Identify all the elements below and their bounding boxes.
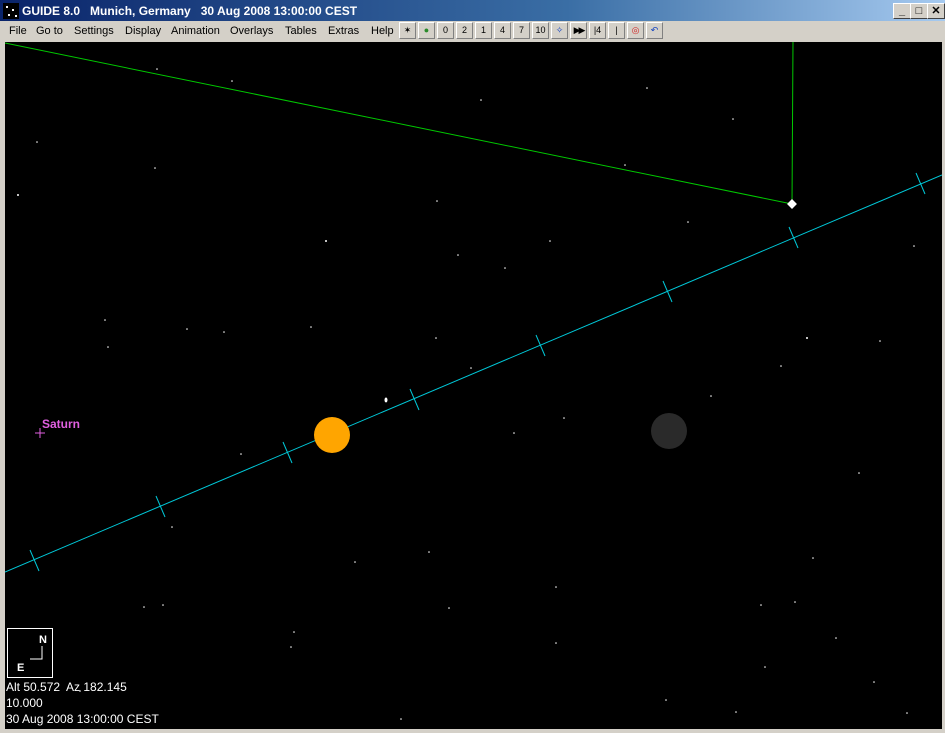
fast-forward-icon[interactable]: ▶▶	[570, 22, 587, 39]
saturn-label[interactable]: Saturn	[42, 417, 80, 431]
compass-east-label: E	[17, 662, 24, 674]
field-size-readout: 10.000	[6, 696, 43, 710]
compass-indicator: N E	[7, 628, 53, 678]
sky-chart[interactable]: Saturn N E Alt 50.572 Az 182.145 10.000 …	[5, 42, 942, 729]
zoom-level-7-icon[interactable]: 7	[513, 22, 530, 39]
background-stars	[17, 68, 915, 720]
datetime-readout: 30 Aug 2008 13:00:00 CEST	[6, 712, 159, 726]
close-button[interactable]: ✕	[927, 3, 945, 19]
sky-chart-canvas[interactable]: Saturn	[5, 42, 942, 729]
zoom-level-0-icon[interactable]: 0	[437, 22, 454, 39]
alt-az-readout: Alt 50.572 Az 182.145	[6, 680, 127, 694]
menu-overlays[interactable]: Overlays	[230, 25, 273, 37]
zoom-level-10-icon[interactable]: 10	[532, 22, 549, 39]
menu-display[interactable]: Display	[125, 25, 161, 37]
star-chart-icon[interactable]: ✶	[399, 22, 416, 39]
zoom-level-4-icon[interactable]: 4	[494, 22, 511, 39]
zoom-level-1-icon[interactable]: 1	[475, 22, 492, 39]
menu-help[interactable]: Help	[371, 25, 394, 37]
app-icon[interactable]	[3, 3, 19, 19]
bright-star[interactable]	[384, 397, 388, 403]
undo-icon[interactable]: ↶	[646, 22, 663, 39]
step-14-icon[interactable]: |4	[589, 22, 606, 39]
menu-settings[interactable]: Settings	[74, 25, 114, 37]
menu-animation[interactable]: Animation	[171, 25, 220, 37]
compass-north-label: N	[39, 634, 47, 646]
sparkle-icon[interactable]: ✧	[551, 22, 568, 39]
menu-extras[interactable]: Extras	[328, 25, 359, 37]
planet-icon[interactable]: ●	[418, 22, 435, 39]
sun[interactable]	[314, 417, 350, 453]
minimize-button[interactable]: _	[893, 3, 911, 19]
menu-bar: File Go to Settings Display Animation Ov…	[0, 21, 945, 41]
step-single-icon[interactable]: |	[608, 22, 625, 39]
meridian-marker[interactable]	[787, 199, 797, 209]
window-title: GUIDE 8.0 Munich, Germany 30 Aug 2008 13…	[22, 4, 358, 18]
moon[interactable]	[651, 413, 687, 449]
menu-file[interactable]: File	[9, 25, 27, 37]
menu-tables[interactable]: Tables	[285, 25, 317, 37]
compass-arrows	[30, 646, 43, 660]
zoom-level-2-icon[interactable]: 2	[456, 22, 473, 39]
ecliptic-line	[5, 174, 942, 573]
maximize-button[interactable]: □	[910, 3, 928, 19]
target-icon[interactable]: ◎	[627, 22, 644, 39]
horizon-line	[5, 42, 794, 205]
menu-go-to[interactable]: Go to	[36, 25, 63, 37]
title-bar: GUIDE 8.0 Munich, Germany 30 Aug 2008 13…	[0, 0, 945, 21]
